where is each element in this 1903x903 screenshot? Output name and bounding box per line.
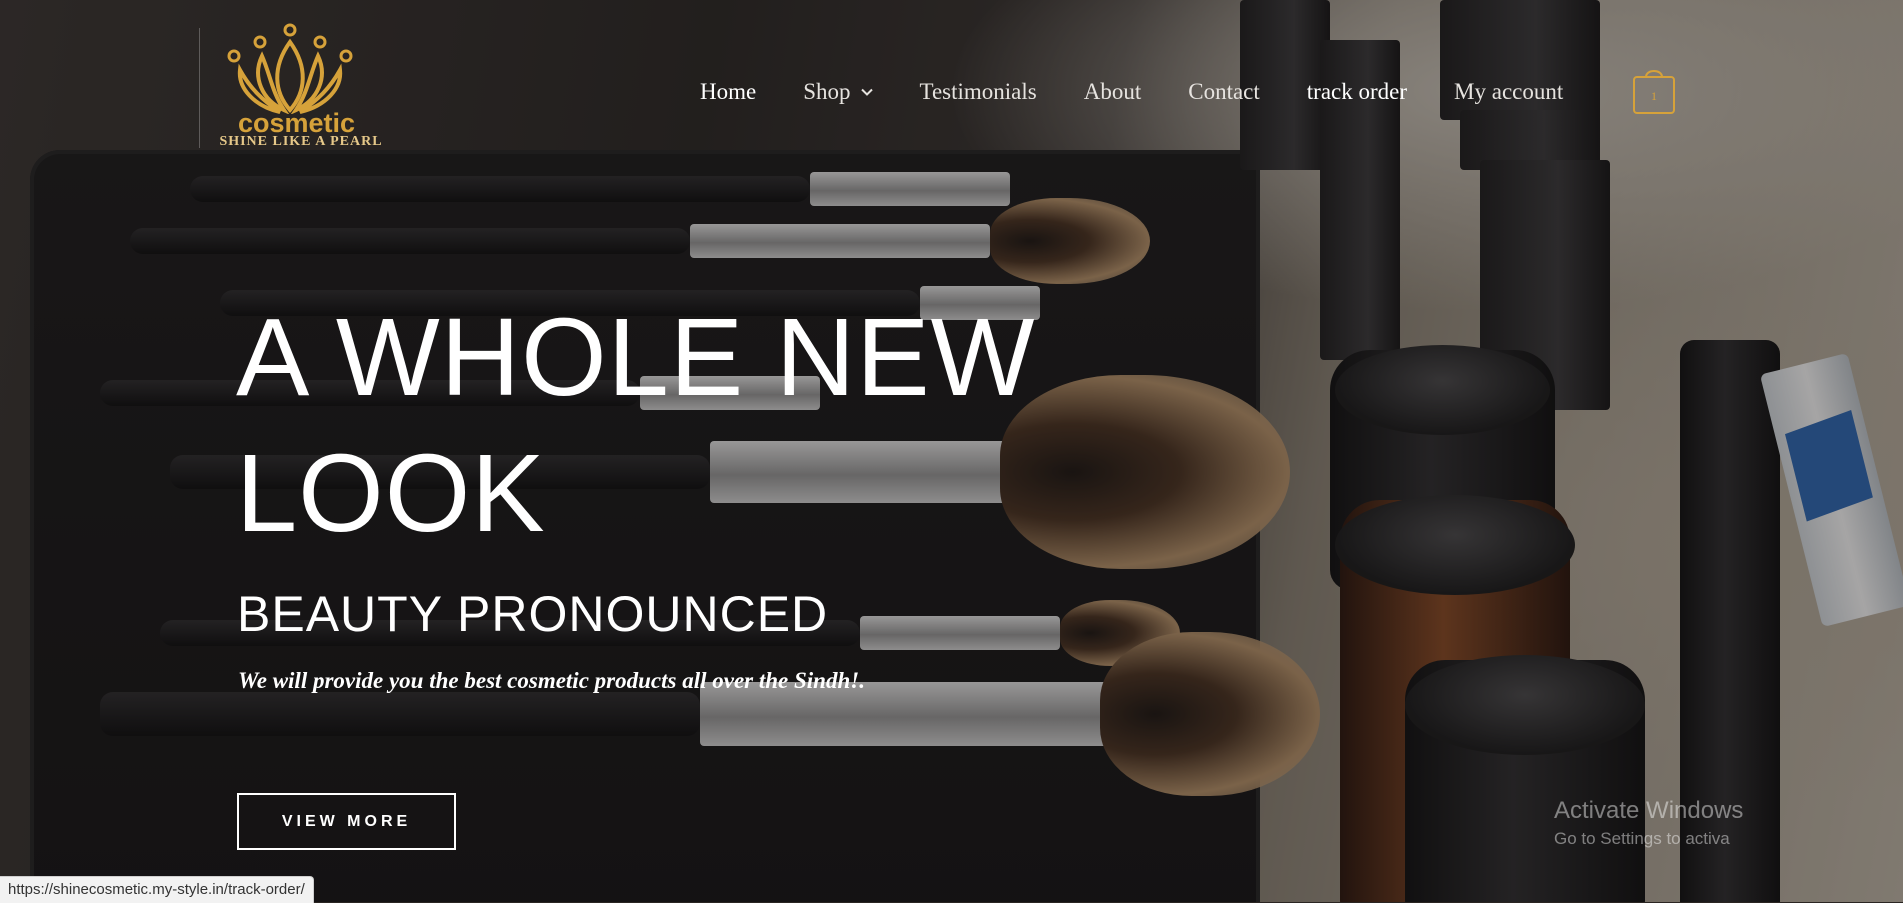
- hero-title: A WHOLE NEW LOOK: [236, 296, 1036, 555]
- cart-button[interactable]: 1: [1632, 63, 1676, 115]
- chevron-down-icon: [860, 88, 873, 96]
- nav-home[interactable]: Home: [700, 79, 756, 105]
- site-logo[interactable]: cosmetic SHINE LIKE A PEARL: [210, 22, 382, 157]
- nav-track-order[interactable]: track order: [1307, 79, 1407, 105]
- logo-divider: [199, 28, 200, 148]
- hero-subtitle: BEAUTY PRONOUNCED: [237, 586, 829, 642]
- hero-description: We will provide you the best cosmetic pr…: [238, 668, 865, 693]
- nav-my-account[interactable]: My account: [1454, 79, 1563, 105]
- main-navigation: Home Shop Testimonials About Contact tra…: [700, 74, 1610, 110]
- nav-shop-label: Shop: [803, 79, 851, 104]
- activate-windows-title: Activate Windows: [1554, 797, 1744, 824]
- status-bar-url: https://shinecosmetic.my-style.in/track-…: [0, 876, 314, 903]
- cart-count-badge: 1: [1651, 89, 1657, 103]
- activate-windows-subtitle: Go to Settings to activa: [1554, 829, 1730, 848]
- nav-shop[interactable]: Shop: [803, 79, 873, 105]
- logo-tagline: SHINE LIKE A PEARL: [219, 134, 383, 149]
- windows-activation-watermark: Activate Windows Go to Settings to activ…: [1554, 797, 1743, 849]
- view-more-button[interactable]: VIEW MORE: [237, 793, 456, 850]
- nav-testimonials[interactable]: Testimonials: [920, 79, 1037, 105]
- nav-contact[interactable]: Contact: [1188, 79, 1260, 105]
- nav-about[interactable]: About: [1084, 79, 1142, 105]
- crown-logo-icon: [227, 23, 353, 114]
